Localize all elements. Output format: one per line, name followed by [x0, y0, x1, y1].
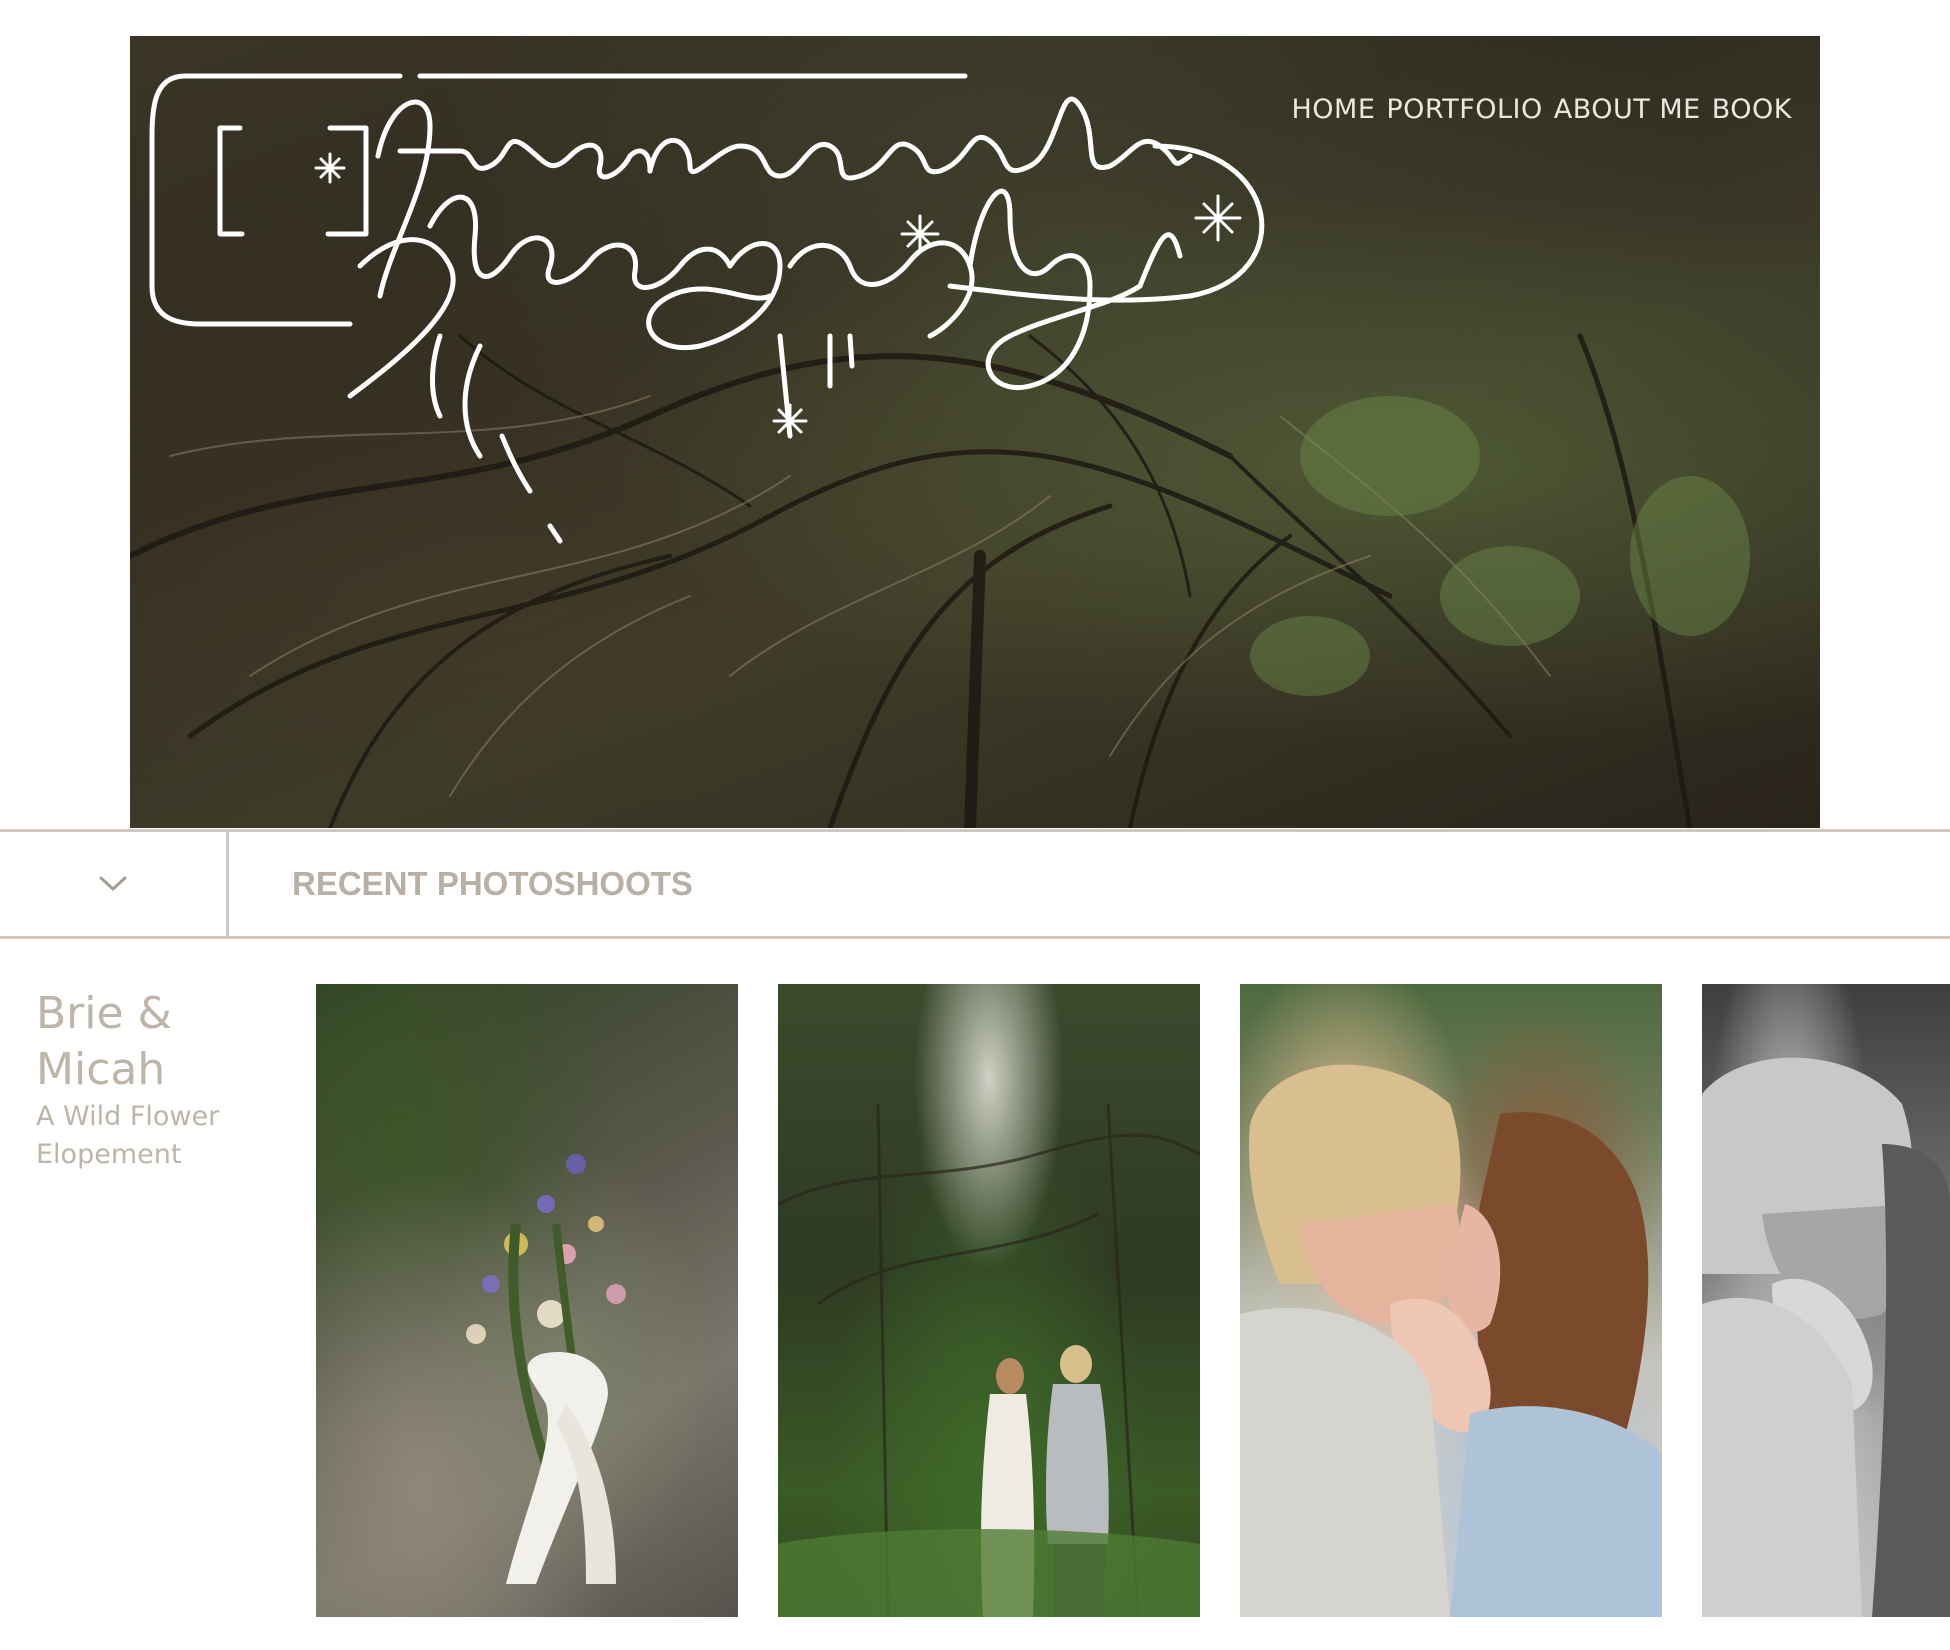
nav-home[interactable]: HOME — [1291, 94, 1375, 125]
section-toggle-button[interactable] — [0, 832, 229, 936]
bouquet-image — [466, 1154, 626, 1584]
gallery-photo-bouquet[interactable] — [316, 984, 738, 1617]
shoot-title[interactable]: Brie & Micah — [36, 986, 236, 1098]
couple-forest-image — [778, 1103, 1200, 1617]
shoot-subtitle: A Wild Flower Elopement — [36, 1101, 220, 1170]
couple-bw-image — [1702, 1057, 1950, 1617]
gallery-photo-couple-kiss[interactable] — [1240, 984, 1662, 1617]
main-nav: HOME PORTFOLIO ABOUT ME BOOK — [1291, 94, 1792, 125]
logo[interactable] — [130, 36, 1370, 556]
section-title: RECENT PHOTOSHOOTS — [292, 865, 693, 902]
section-bar: RECENT PHOTOSHOOTS — [0, 829, 1950, 939]
gallery-photo-couple-bw[interactable] — [1702, 984, 1950, 1617]
nav-book[interactable]: BOOK — [1712, 94, 1792, 125]
gallery-photo-couple-forest[interactable] — [778, 984, 1200, 1617]
couple-kiss-image — [1240, 1064, 1662, 1617]
nav-about-me[interactable]: ABOUT ME — [1554, 94, 1701, 125]
chevron-down-icon — [99, 876, 127, 891]
hero-banner: HOME PORTFOLIO ABOUT ME BOOK — [130, 36, 1820, 828]
page: HOME PORTFOLIO ABOUT ME BOOK RECENT PHOT… — [0, 0, 1950, 1650]
nav-portfolio[interactable]: PORTFOLIO — [1386, 94, 1542, 125]
